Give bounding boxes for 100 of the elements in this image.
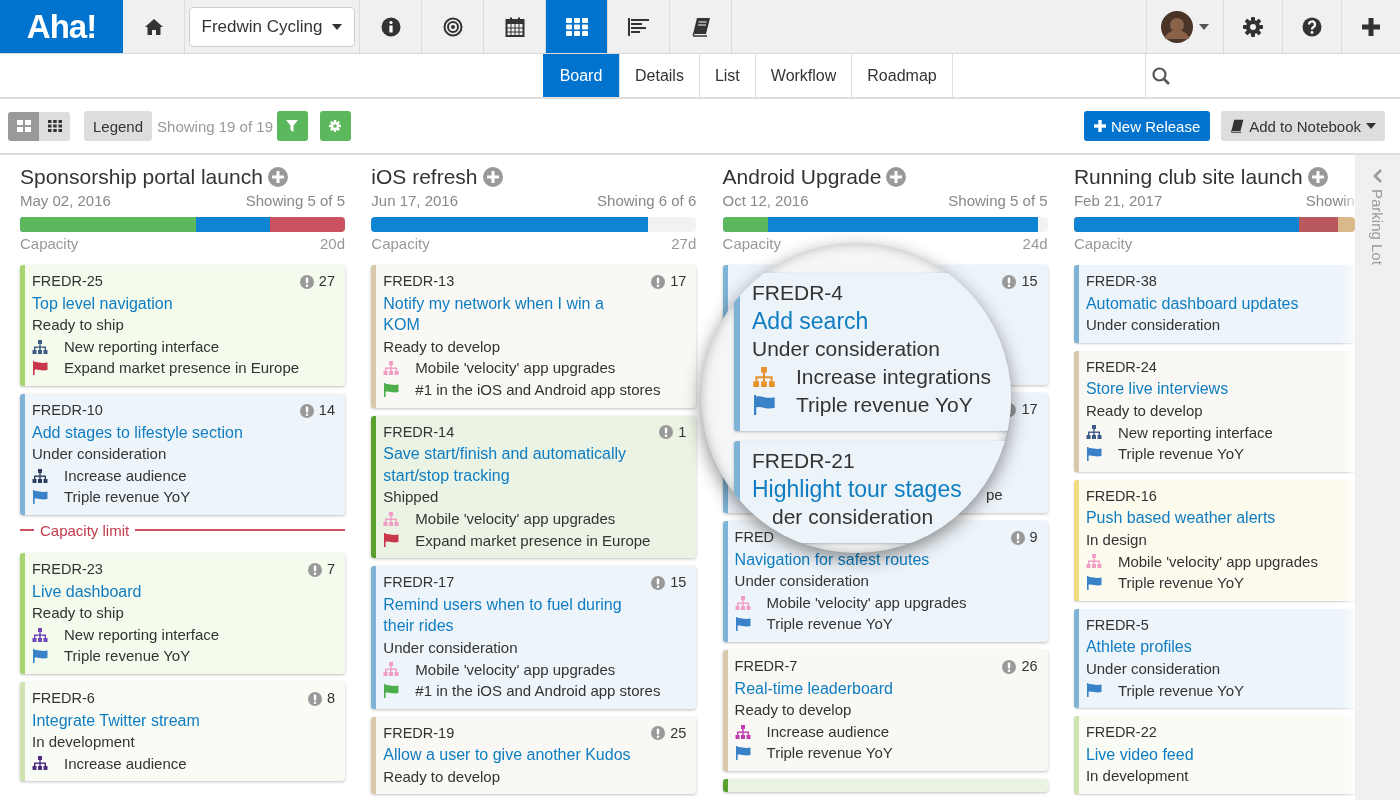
- release-title[interactable]: Running club site launch: [1073, 165, 1303, 189]
- add-icon[interactable]: [1307, 167, 1328, 187]
- feature-link[interactable]: Automatic dashboard updates: [1085, 292, 1341, 315]
- feature-id: FRED: [734, 528, 775, 547]
- feature-status: Ready to ship: [32, 316, 124, 334]
- plus-icon: [1094, 120, 1107, 132]
- legend-button[interactable]: Legend: [84, 111, 153, 141]
- grid-icon: [47, 120, 62, 132]
- feature-id: FREDR-10: [32, 400, 103, 420]
- goal-label: Mobile 'velocity' app upgrades: [1117, 551, 1318, 572]
- capacity-label: Capacity: [1073, 235, 1133, 252]
- capacity-limit-label: Capacity limit: [40, 521, 130, 539]
- feature-card[interactable]: FREDR-19 25 Allow a user to give another Kudos Ready to develop: [371, 716, 697, 795]
- feature-card[interactable]: FREDR-16 Push based weather alerts In design Mobile 'velocity' app upgrades Triple revenue YoY: [1073, 479, 1355, 601]
- caret-icon: [332, 23, 343, 30]
- feature-id: FREDR-6: [32, 688, 95, 708]
- feature-link[interactable]: Real-time leaderboard: [734, 677, 990, 700]
- feature-status: In development: [1085, 767, 1189, 785]
- score-value: 25: [670, 723, 687, 743]
- goal-label: Mobile 'velocity' app upgrades: [415, 508, 616, 529]
- help-icon: [1302, 16, 1322, 37]
- feature-id: FREDR-4: [752, 280, 843, 306]
- alert-icon: [1002, 274, 1017, 289]
- caret-icon: [1199, 23, 1209, 30]
- feature-card[interactable]: FREDR-38 Automatic dashboard updates Under consideration: [1073, 265, 1355, 343]
- release-title[interactable]: Android Upgrade: [722, 165, 882, 189]
- alert-icon: [651, 726, 666, 741]
- view-tab[interactable]: Board: [543, 54, 620, 97]
- capacity-days: 24d: [1022, 235, 1048, 252]
- feature-card[interactable]: FREDR-7 26 Real-time leaderboard Ready to develop Increase audience Triple revenue YoY: [722, 649, 1048, 771]
- feature-card[interactable]: FREDR-17 15 Remind users when to fuel during their rides Under consideration Mobile 'velocity' app upgrades #1 in the iOS and Android app stores: [371, 566, 697, 709]
- feature-link[interactable]: Push based weather alerts: [1085, 507, 1341, 529]
- chevron-left-icon: [1372, 169, 1383, 183]
- feature-card[interactable]: FREDR-5 Athlete profiles Under consideration Triple revenue YoY: [1073, 608, 1355, 709]
- feature-status: Ready to develop: [383, 767, 501, 785]
- add-to-notebook-button[interactable]: Add to Notebook: [1221, 111, 1385, 141]
- nav-tab[interactable]: [546, 0, 608, 53]
- feature-link[interactable]: Save start/finish and automatically start/stop tracking: [383, 443, 639, 487]
- feature-link[interactable]: Top level navigation: [32, 292, 287, 315]
- feature-card[interactable]: FREDR-22 Live video feed In development: [1073, 716, 1355, 794]
- feature-link[interactable]: Allow a user to give another Kudos: [383, 744, 639, 766]
- goal-label: Expand market presence in Europe: [64, 358, 300, 379]
- alert-icon: [651, 575, 666, 590]
- new-release-button[interactable]: New Release: [1084, 111, 1211, 141]
- feature-link[interactable]: Navigation for safest routes: [734, 548, 990, 571]
- goal-label: New reporting interface: [64, 336, 220, 357]
- goal-label: Increase audience: [64, 753, 187, 774]
- logo[interactable]: Aha!: [0, 0, 123, 53]
- feature-link[interactable]: Live video feed: [1085, 743, 1341, 766]
- feature-link[interactable]: Remind users when to fuel during their rides: [383, 593, 639, 637]
- feature-card[interactable]: FREDR-24 Store live interviews Ready to develop New reporting interface Triple revenue YoY: [1073, 350, 1355, 472]
- feature-card[interactable]: FREDR-6 8 Integrate Twitter stream In development Increase audience: [20, 681, 345, 782]
- alert-icon: [307, 691, 322, 706]
- feature-card[interactable]: FREDR-10 14 Add stages to lifestyle section Under consideration Increase audience Triple revenue YoY: [20, 393, 345, 515]
- target-icon: [442, 16, 463, 37]
- feature-id: FREDR-23: [32, 559, 103, 579]
- release-title[interactable]: Sponsorship portal launch: [20, 165, 263, 189]
- view-toggle[interactable]: [39, 111, 70, 141]
- goal-label: Triple revenue YoY: [766, 743, 893, 764]
- feature-status: Ready to develop: [1085, 401, 1203, 419]
- feature-id: FREDR-7: [734, 656, 798, 676]
- feature-link[interactable]: Add search: [752, 307, 869, 335]
- goal-label: Increase integrations: [796, 364, 991, 390]
- goal-label: Triple revenue YoY: [1117, 573, 1245, 594]
- feature-status: Under consideration: [1085, 659, 1221, 677]
- feature-link[interactable]: Notify my network when I win a KOM: [383, 292, 639, 336]
- feature-link[interactable]: Live dashboard: [32, 580, 287, 603]
- grid-icon: [565, 17, 588, 36]
- feature-card[interactable]: FREDR-23 7 Live dashboard Ready to ship New reporting interface Triple revenue YoY: [20, 552, 345, 674]
- alert-icon: [1010, 530, 1025, 545]
- feature-link[interactable]: Add stages to lifestyle section: [32, 421, 287, 444]
- add-icon[interactable]: [886, 167, 907, 187]
- score-value: 7: [326, 559, 335, 579]
- score-value: 15: [1021, 272, 1038, 291]
- capacity-label: Capacity: [20, 235, 79, 252]
- feature-status: Ready to ship: [32, 604, 124, 622]
- feature-link[interactable]: Highlight tour stages: [752, 475, 962, 503]
- goal-label: Expand market presence in Europe: [415, 530, 651, 551]
- capacity-label: Capacity: [722, 235, 781, 252]
- caret-icon: [1366, 123, 1376, 129]
- capacity-label: Capacity: [371, 235, 430, 252]
- feature-card[interactable]: FREDR-25 27 Top level navigation Ready to ship New reporting interface Expand market presence in Europe: [20, 265, 345, 386]
- goal-label: Triple revenue YoY: [1117, 444, 1245, 465]
- add-icon[interactable]: [482, 167, 503, 187]
- release-title[interactable]: iOS refresh: [371, 165, 478, 189]
- score-value: 1: [678, 422, 687, 442]
- view-toggle[interactable]: [8, 111, 39, 141]
- feature-link[interactable]: Athlete profiles: [1085, 636, 1341, 658]
- feature-id: FREDR-16: [1085, 486, 1157, 506]
- feature-id: FREDR-13: [383, 272, 455, 291]
- feature-id: FREDR-21: [752, 448, 855, 474]
- capacity-days: 27d: [671, 235, 697, 252]
- feature-card[interactable]: FREDR-13 17 Notify my network when I win a KOM Ready to develop Mobile 'velocity' app upgrades #1 in the iOS and Android app stores: [371, 265, 697, 408]
- project-dropdown[interactable]: Fredwin Cycling: [188, 6, 356, 47]
- feature-link[interactable]: Integrate Twitter stream: [32, 709, 287, 732]
- add-icon[interactable]: [267, 167, 288, 187]
- feature-link[interactable]: Store live interviews: [1085, 378, 1341, 400]
- feature-card[interactable]: FREDR-14 1 Save start/finish and automatically start/stop tracking Shipped Mobile 'velocity' app upgrades Expand market presence in Europe: [371, 415, 697, 559]
- feature-status: Under consideration: [383, 638, 518, 656]
- showing-count: Showin: [1305, 192, 1355, 209]
